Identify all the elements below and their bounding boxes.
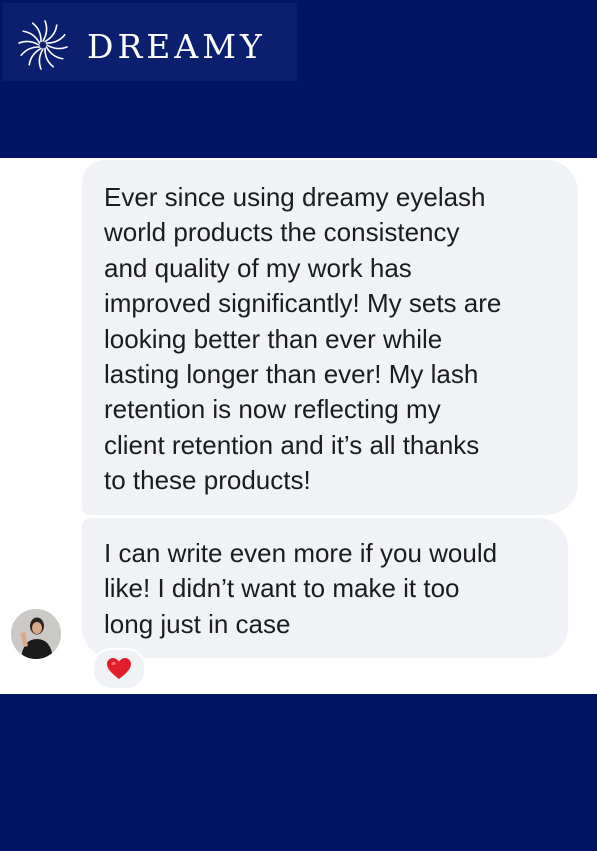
- message-line: lasting longer than ever! My lash: [104, 359, 479, 390]
- message-line: world products the consistency: [104, 217, 460, 248]
- message-line: client retention and it’s all thanks: [104, 429, 480, 460]
- person-avatar-icon: [11, 609, 61, 659]
- message-line: improved significantly! My sets are: [104, 288, 502, 319]
- message-line: and quality of my work has: [104, 252, 412, 283]
- message-line: like! I didn’t want to make it too: [104, 573, 460, 604]
- avatar[interactable]: [11, 609, 61, 659]
- footer-band: [0, 694, 597, 851]
- header-band: DREAMY: [0, 0, 597, 158]
- message-bubble[interactable]: I can write even more if you would like!…: [82, 518, 568, 658]
- message-line: retention is now reflecting my: [104, 394, 441, 425]
- brand-logo: DREAMY: [3, 3, 297, 81]
- message-line: Ever since using dreamy eyelash: [104, 182, 486, 212]
- message-thread: Ever since using dreamy eyelash world pr…: [0, 158, 597, 694]
- message-bubble[interactable]: Ever since using dreamy eyelash world pr…: [82, 160, 578, 515]
- swirl-icon: [18, 20, 68, 70]
- heart-icon: [107, 658, 131, 679]
- message-line: I can write even more if you would: [104, 538, 498, 568]
- message-line: to these products!: [104, 465, 311, 496]
- reaction-badge[interactable]: [92, 648, 146, 690]
- message-line: long just in case: [104, 608, 291, 639]
- brand-name: DREAMY: [87, 27, 266, 66]
- message-line: looking better than ever while: [104, 323, 443, 354]
